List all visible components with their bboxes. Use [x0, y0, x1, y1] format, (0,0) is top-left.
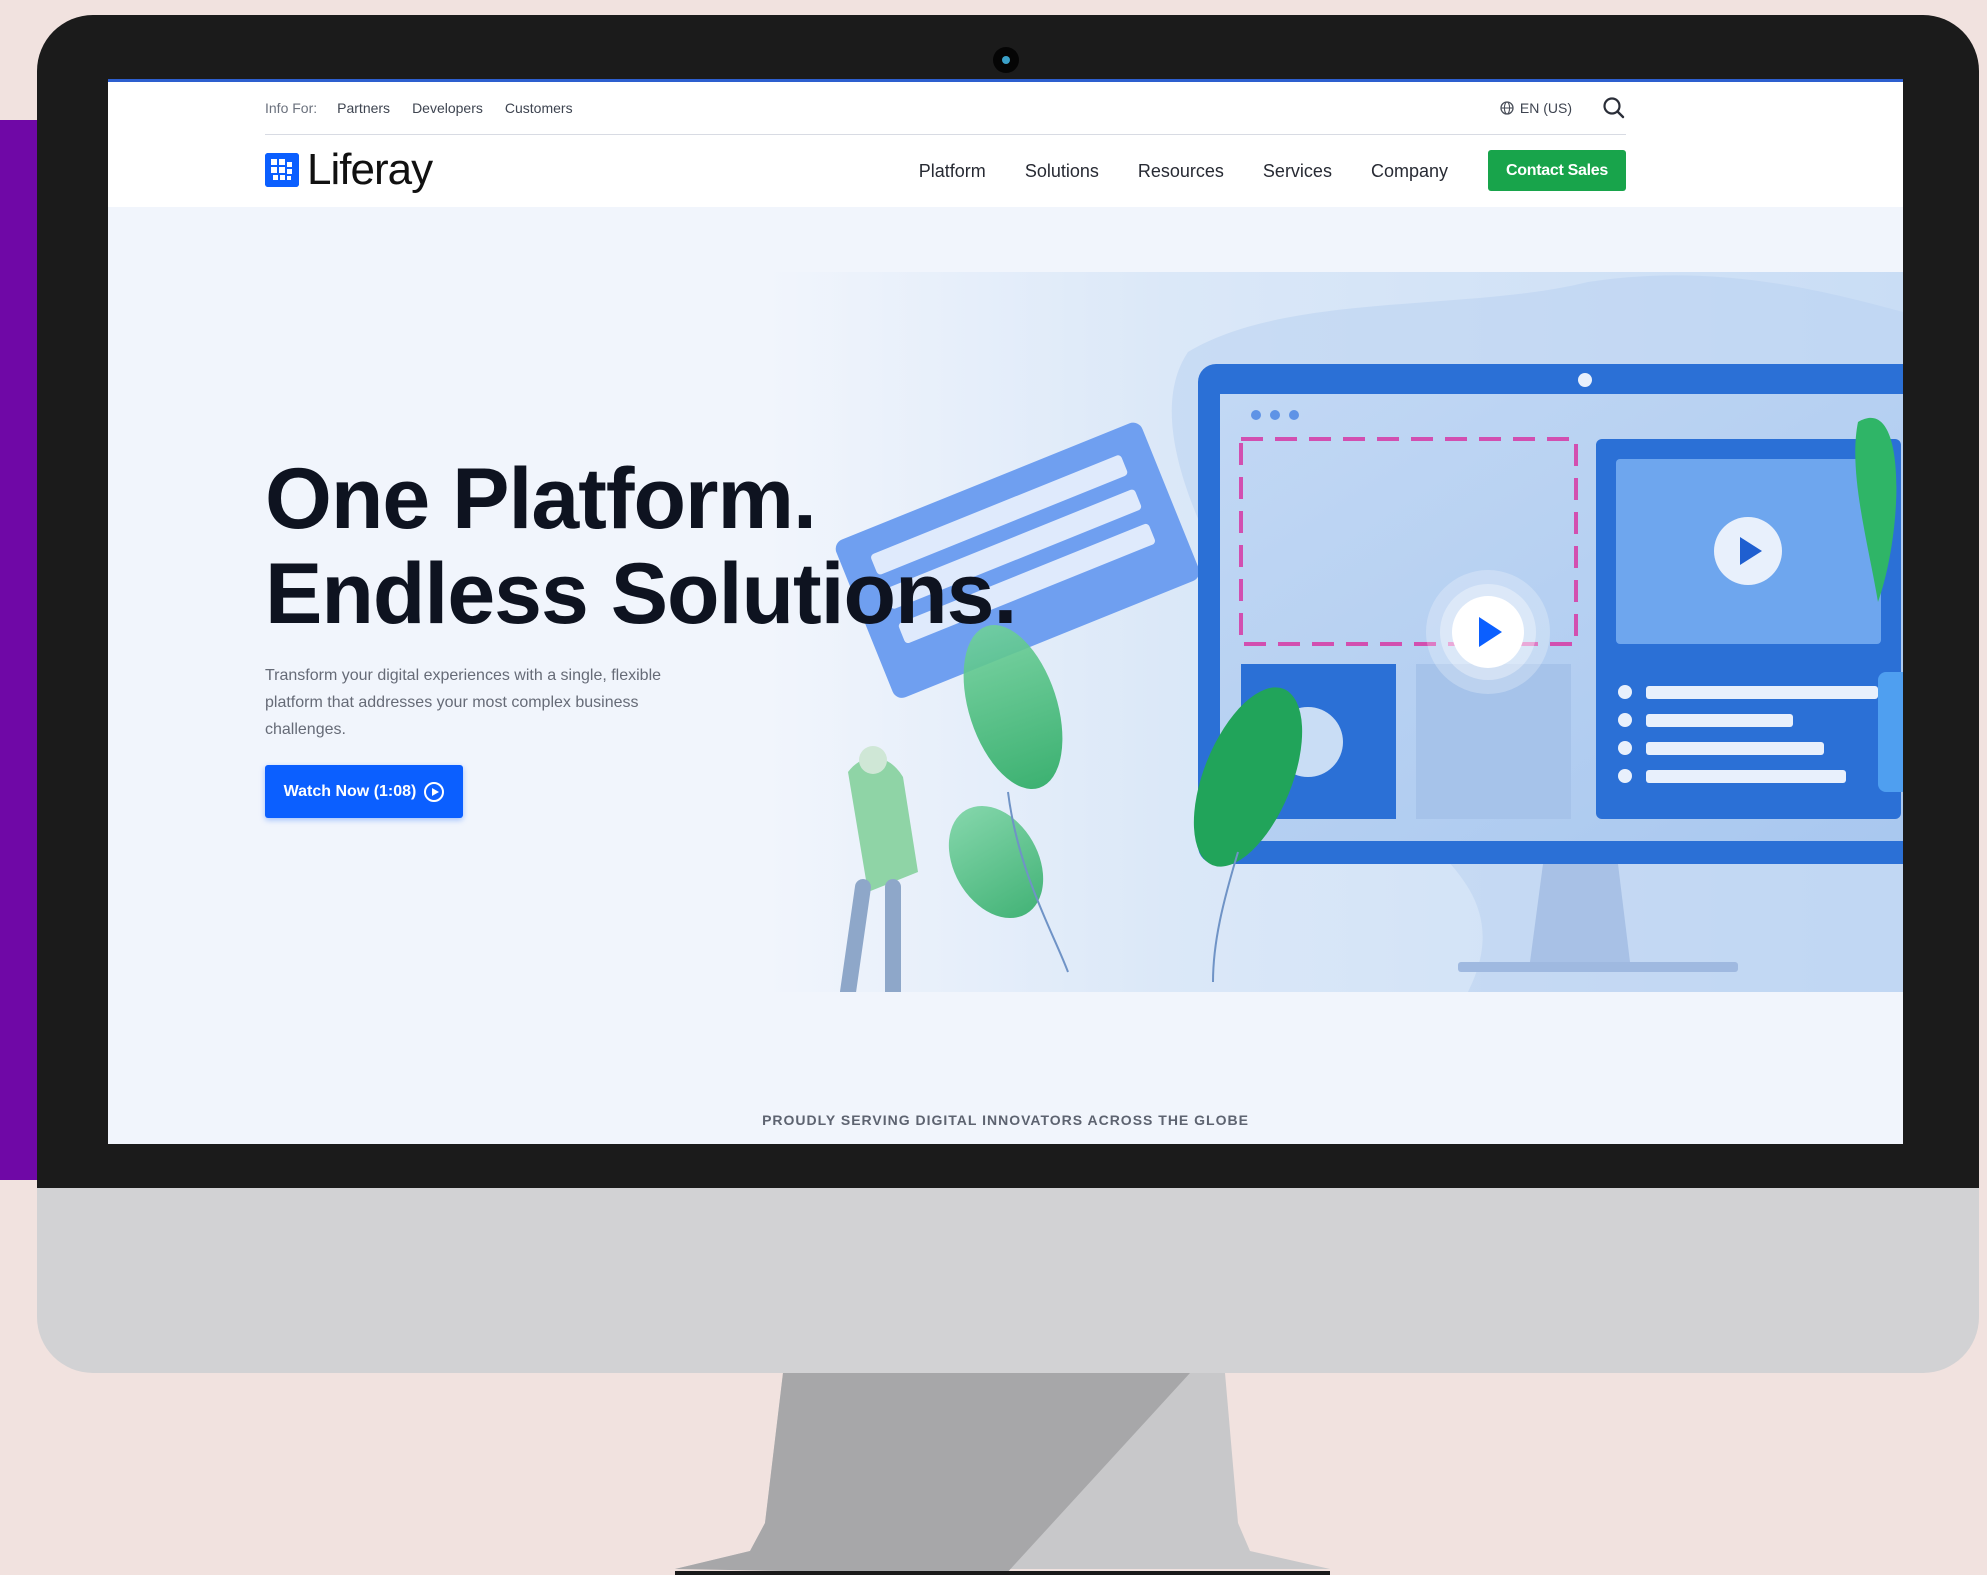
- language-selector[interactable]: EN (US): [1500, 100, 1572, 116]
- info-for-label: Info For:: [265, 100, 318, 116]
- developers-link[interactable]: Developers: [412, 100, 483, 116]
- language-label: EN (US): [1519, 100, 1572, 116]
- webcam-icon: [993, 47, 1019, 73]
- watch-now-button[interactable]: Watch Now (1:08): [265, 765, 463, 818]
- liferay-logo[interactable]: Liferay: [265, 145, 433, 194]
- nav-item-platform[interactable]: Platform: [919, 161, 986, 182]
- nav-item-solutions[interactable]: Solutions: [1025, 161, 1099, 182]
- website-screen: Info For: Partners Developers Customers …: [108, 79, 1903, 1144]
- partners-link[interactable]: Partners: [337, 100, 390, 116]
- nav-item-company[interactable]: Company: [1371, 161, 1448, 182]
- watch-now-label: Watch Now (1:08): [283, 782, 417, 800]
- search-icon[interactable]: [1602, 96, 1626, 120]
- main-navigation: Liferay Platform Solutions Resources Ser…: [108, 135, 1903, 207]
- nav-item-resources[interactable]: Resources: [1138, 161, 1224, 182]
- utility-bar: Info For: Partners Developers Customers …: [108, 82, 1903, 135]
- nav-links: Platform Solutions Resources Services Co…: [919, 135, 1448, 207]
- customers-link[interactable]: Customers: [505, 100, 573, 116]
- hero-title-line1: One Platform.: [265, 451, 817, 547]
- monitor-chin: [37, 1188, 1979, 1373]
- contact-sales-button[interactable]: Contact Sales: [1488, 150, 1626, 191]
- hero-title-line2: Endless Solutions.: [265, 546, 1017, 642]
- hero-description: Transform your digital experiences with …: [265, 667, 662, 738]
- liferay-logo-icon: [265, 153, 299, 187]
- globe-icon: [1500, 101, 1514, 115]
- hero-title: One Platform. Endless Solutions.: [265, 451, 1017, 642]
- nav-item-services[interactable]: Services: [1263, 161, 1332, 182]
- serving-tagline: PROUDLY SERVING DIGITAL INNOVATORS ACROS…: [762, 1112, 1249, 1128]
- monitor-stand: [675, 1373, 1330, 1575]
- play-circle-icon: [424, 781, 445, 802]
- brand-name: Liferay: [307, 145, 433, 194]
